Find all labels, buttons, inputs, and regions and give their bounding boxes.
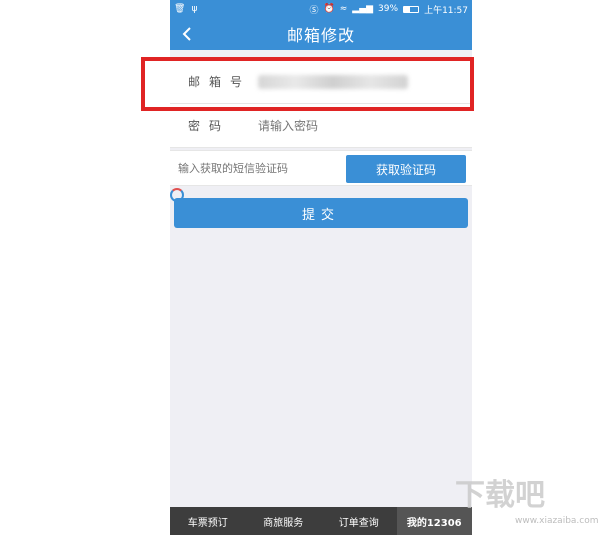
alarm-icon: ⏰ xyxy=(323,4,335,14)
nav-item-business-travel[interactable]: 商旅服务 xyxy=(246,507,322,535)
status-left-icons: 🗑 ψ xyxy=(174,4,197,14)
back-button[interactable] xyxy=(176,23,198,45)
usb-icon: ψ xyxy=(191,4,198,14)
email-form: 邮箱号 密码 xyxy=(170,60,472,148)
submit-button[interactable]: 提交 xyxy=(174,198,468,228)
email-row: 邮箱号 xyxy=(170,60,472,104)
sms-code-input[interactable] xyxy=(178,161,338,175)
nav-item-ticket-booking[interactable]: 车票预订 xyxy=(170,507,246,535)
email-value-blurred[interactable] xyxy=(258,74,408,89)
get-code-button[interactable]: 获取验证码 xyxy=(346,155,466,183)
trash-icon: 🗑 xyxy=(174,4,186,14)
status-time: 上午11:57 xyxy=(424,5,468,16)
title-bar: 邮箱修改 xyxy=(170,18,472,50)
watermark-url: www.xiazaiba.com xyxy=(515,516,599,526)
chevron-left-icon xyxy=(182,27,191,41)
status-right-icons: Ⓢ ⏰ ≈ ▂▄▆ 39% 上午11:57 xyxy=(310,3,469,16)
password-row: 密码 xyxy=(170,104,472,148)
sms-code-row: 获取验证码 xyxy=(170,150,472,186)
email-label: 邮箱号 xyxy=(188,75,252,89)
bottom-nav: 车票预订 商旅服务 订单查询 我的12306 xyxy=(170,507,472,535)
signal-icon: ▂▄▆ xyxy=(352,4,374,14)
battery-icon xyxy=(403,5,420,13)
password-label: 密码 xyxy=(188,119,231,133)
page-title: 邮箱修改 xyxy=(286,26,355,45)
phone-screen: 🗑 ψ Ⓢ ⏰ ≈ ▂▄▆ 39% 上午11:57 邮箱修改 邮箱号 密码 输入… xyxy=(170,0,472,535)
wifi-icon: ≈ xyxy=(339,4,348,14)
status-bar: 🗑 ψ Ⓢ ⏰ ≈ ▂▄▆ 39% 上午11:57 xyxy=(170,0,472,18)
nav-item-order-query[interactable]: 订单查询 xyxy=(321,507,397,535)
password-input[interactable] xyxy=(258,118,428,133)
nfc-icon: Ⓢ xyxy=(309,5,319,16)
battery-percent: 39% xyxy=(378,4,399,14)
